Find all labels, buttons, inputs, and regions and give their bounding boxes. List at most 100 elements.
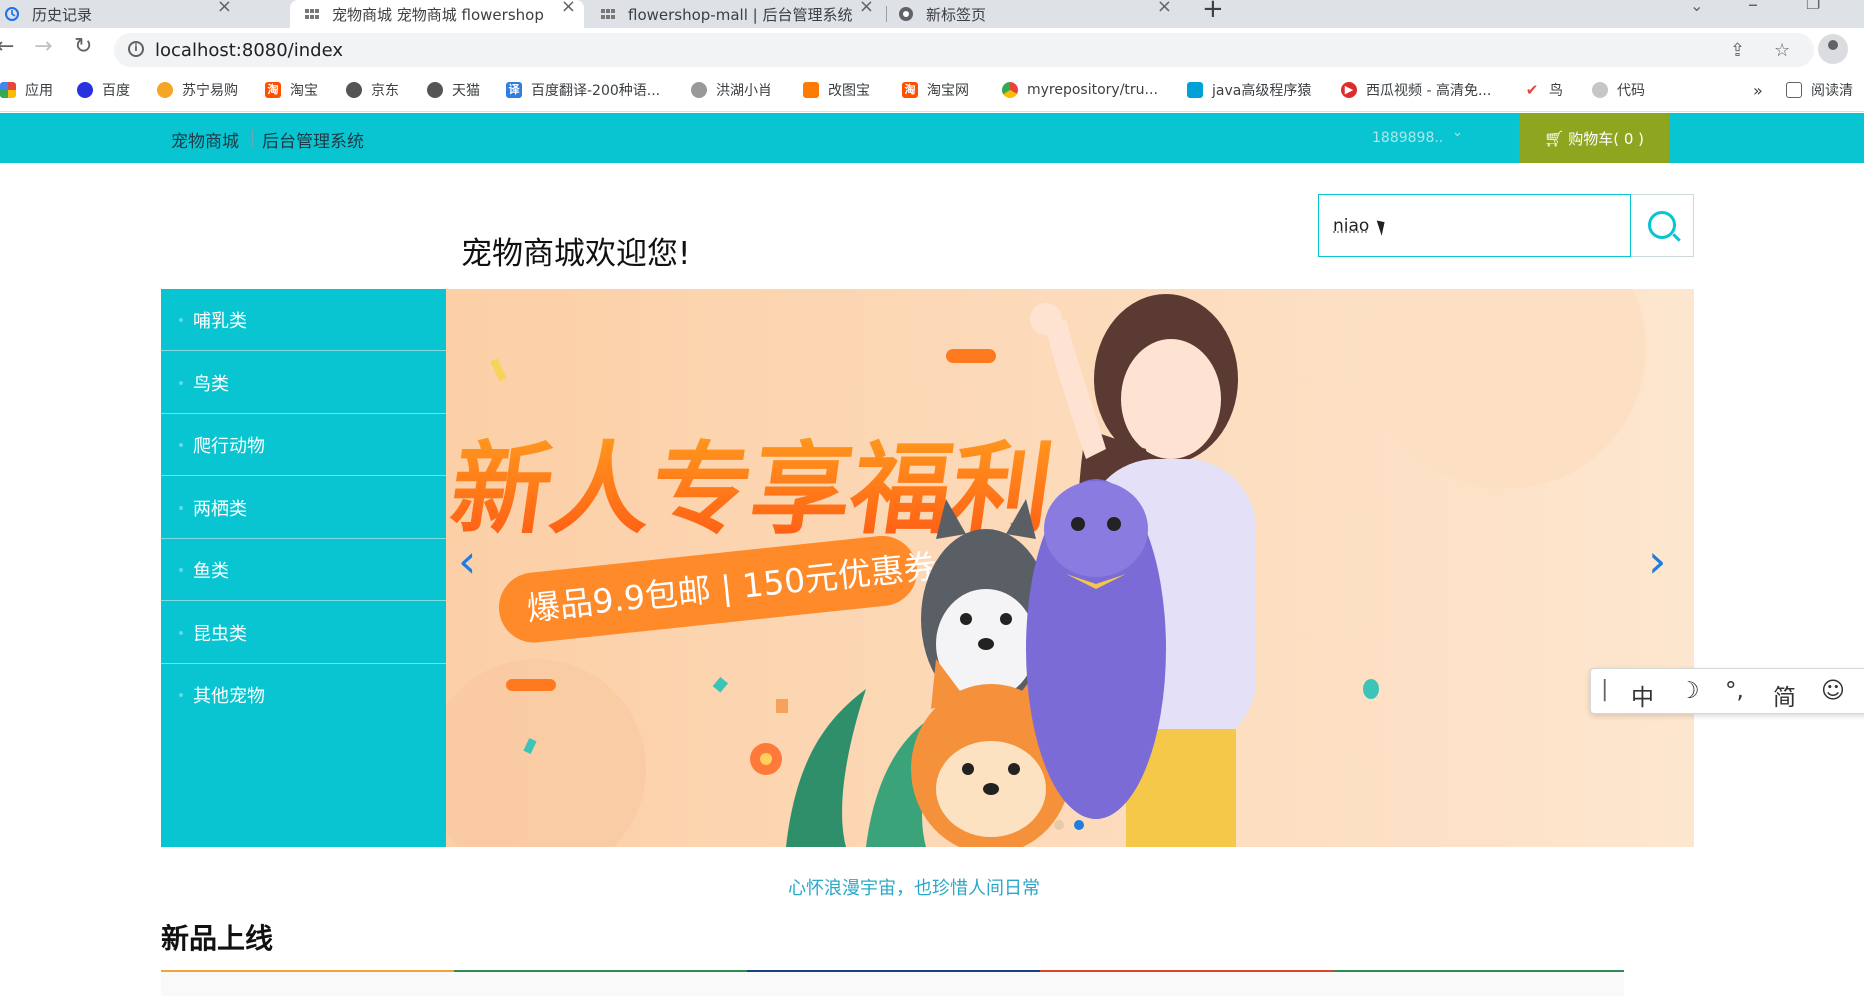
category-insects[interactable]: 昆虫类 (161, 602, 446, 664)
tab-admin[interactable]: flowershop-mall | 后台管理系统 × (592, 0, 882, 28)
promo-banner[interactable]: 新人专享福利 爆品9.9包邮 | 150元优惠券 (446, 289, 1694, 847)
bullet-dot (179, 506, 183, 510)
share-icon[interactable]: ⇪ (1730, 40, 1745, 61)
tab-history[interactable]: 历史记录 × (0, 0, 240, 28)
category-label: 其他宠物 (193, 686, 265, 707)
category-label: 鸟类 (193, 373, 229, 395)
ime-simplified-mode[interactable]: 简 (1773, 678, 1796, 712)
profile-avatar[interactable] (1818, 34, 1848, 64)
baidu-paw-icon (77, 82, 93, 98)
nav-link-admin[interactable]: 后台管理系统 (262, 127, 364, 152)
bookmark-suning[interactable]: 苏宁易购 (157, 80, 238, 100)
bookmark-java[interactable]: java高级程序猿 (1187, 80, 1311, 100)
bookmark-label: java高级程序猿 (1212, 83, 1312, 99)
tab-title: 历史记录 (32, 5, 93, 24)
translate-icon: 译 (506, 82, 522, 98)
slogan-text: 心怀浪漫宇宙，也珍惜人间日常 (788, 878, 1040, 899)
bilibili-icon (1187, 82, 1203, 98)
bookmark-tmall[interactable]: 天猫 (427, 80, 480, 100)
bookmark-taobao[interactable]: 淘 淘宝 (265, 80, 318, 100)
reading-list-label: 阅读清 (1811, 83, 1853, 99)
bookmark-label: 洪湖小肖 (716, 83, 772, 99)
shopping-cart-icon: 🛒︎ (1543, 128, 1565, 148)
banner-headline: 新人专享福利 (446, 431, 1060, 547)
gaitubao-icon (803, 82, 819, 98)
tab-title: flowershop-mall | 后台管理系统 (628, 5, 853, 24)
address-bar: ← → ↻ i localhost:8080/index ⇪ ☆ (0, 28, 1864, 70)
bookmarks-bar: 应用 百度 苏宁易购 淘 淘宝 京东 天猫 译 百度翻译-200种语... 洪湖… (0, 70, 1864, 112)
url-field[interactable]: i localhost:8080/index ⇪ ☆ (114, 33, 1814, 67)
category-label: 昆虫类 (193, 623, 247, 645)
cart-label: 购物车( 0 ) (1568, 129, 1645, 148)
category-amphibians[interactable]: 两栖类 (161, 477, 446, 539)
category-birds[interactable]: 鸟类 (161, 352, 446, 414)
bookmark-baidu[interactable]: 百度 (77, 80, 130, 100)
close-icon[interactable]: × (1157, 0, 1172, 16)
search-input-value[interactable]: niao (1333, 216, 1369, 236)
user-account[interactable]: 1889898.. (1372, 130, 1443, 146)
restore-icon[interactable]: ❐ (1806, 0, 1820, 13)
chevron-down-icon[interactable]: ⌄ (1452, 125, 1463, 140)
new-tab-button[interactable]: + (1202, 0, 1224, 24)
globe-icon (427, 82, 443, 98)
bookmark-myrepository[interactable]: myrepository/tru... (1002, 80, 1158, 100)
reading-list[interactable]: 阅读清 (1786, 80, 1853, 100)
tab-new[interactable]: 新标签页 × (890, 0, 1180, 28)
site-info-icon[interactable]: i (128, 41, 144, 57)
carousel-dot-2[interactable] (1074, 820, 1084, 830)
search-input[interactable]: niao (1318, 194, 1631, 257)
emoji-icon[interactable]: ☺ (1821, 678, 1845, 704)
carousel-prev-arrow-icon[interactable]: ‹ (458, 538, 476, 584)
url-text[interactable]: localhost:8080/index (155, 40, 343, 61)
more-bookmarks-icon[interactable]: » (1753, 80, 1763, 100)
bookmark-label: 淘宝网 (927, 83, 969, 99)
bookmark-xigua[interactable]: ▶ 西瓜视频 - 高清免... (1341, 80, 1491, 100)
bookmark-label: 鸟 (1549, 83, 1563, 99)
carousel-next-arrow-icon[interactable]: › (1648, 538, 1666, 584)
bookmark-gaitubao[interactable]: 改图宝 (803, 80, 870, 100)
close-icon[interactable]: × (217, 0, 232, 16)
bookmark-apps[interactable]: 应用 (0, 80, 53, 100)
close-icon[interactable]: × (561, 0, 576, 16)
reload-icon[interactable]: ↻ (74, 34, 92, 59)
mouse-pointer-icon (1376, 218, 1389, 236)
nav-link-home[interactable]: 宠物商城 (171, 127, 239, 152)
cart-button[interactable]: 🛒︎ 购物车( 0 ) (1519, 113, 1669, 163)
ime-punctuation-mode[interactable]: °, (1725, 678, 1744, 704)
tab-search-icon[interactable]: ⌄ (1690, 0, 1703, 15)
back-icon[interactable]: ← (0, 34, 14, 59)
bookmark-label: 改图宝 (828, 83, 870, 99)
close-icon[interactable]: × (859, 0, 874, 16)
bookmark-label: 苏宁易购 (182, 83, 238, 99)
moon-icon[interactable]: ☽ (1679, 678, 1700, 704)
ime-drag-handle[interactable]: | (1601, 677, 1608, 702)
bookmark-label: 百度翻译-200种语... (531, 83, 661, 99)
ime-chinese-mode[interactable]: 中 (1631, 678, 1654, 712)
bookmark-jd[interactable]: 京东 (346, 80, 399, 100)
category-reptiles[interactable]: 爬行动物 (161, 414, 446, 476)
bookmark-honghu[interactable]: 洪湖小肖 (691, 80, 772, 100)
bookmark-label: 应用 (25, 83, 53, 99)
category-other-pets[interactable]: 其他宠物 (161, 664, 446, 726)
category-fish[interactable]: 鱼类 (161, 539, 446, 601)
tab-pet-mall[interactable]: 宠物商城 宠物商城 flowershop × (290, 0, 584, 28)
site-header: 宠物商城 后台管理系统 1889898.. ⌄ 🛒︎ 购物车( 0 ) (0, 113, 1864, 163)
bookmark-taobao-net[interactable]: 淘 淘宝网 (902, 80, 969, 100)
bullet-dot (179, 568, 183, 572)
carousel-dot-1[interactable] (1054, 820, 1064, 830)
forward-icon[interactable]: → (34, 34, 52, 59)
search-icon (1648, 211, 1676, 239)
search-button[interactable] (1631, 194, 1694, 257)
tab-title: 宠物商城 宠物商城 flowershop (332, 5, 544, 24)
bookmark-label: 淘宝 (290, 83, 318, 99)
bullet-dot (179, 443, 183, 447)
minimize-icon[interactable]: – (1748, 0, 1758, 16)
bookmark-code[interactable]: 代码 (1592, 80, 1645, 100)
category-sidebar: 哺乳类 鸟类 爬行动物 两栖类 鱼类 昆虫类 其他宠物 (161, 289, 446, 847)
bookmark-star-icon[interactable]: ☆ (1774, 40, 1790, 61)
bookmark-baidu-translate[interactable]: 译 百度翻译-200种语... (506, 80, 660, 100)
bullet-dot (179, 693, 183, 697)
play-icon: ▶ (1341, 82, 1357, 98)
category-mammals[interactable]: 哺乳类 (161, 289, 446, 351)
bookmark-bird[interactable]: ✔ 鸟 (1524, 80, 1563, 100)
